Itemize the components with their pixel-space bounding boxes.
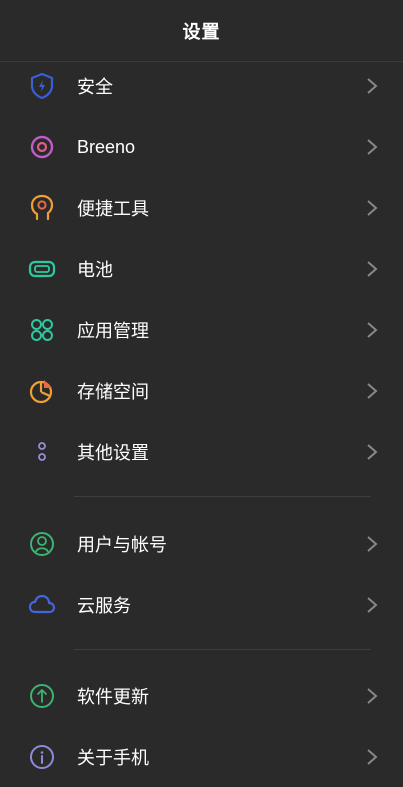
settings-item-quick-tools[interactable]: 便捷工具 [0,178,403,238]
chevron-right-icon [367,261,378,277]
settings-item-other-settings[interactable]: 其他设置 [0,422,403,482]
chevron-right-icon [367,688,378,704]
settings-item-label: 安全 [77,77,113,97]
chevron-right-icon [367,444,378,460]
chevron-right-icon [367,749,378,765]
info-icon [26,741,58,773]
settings-item-label: 其他设置 [77,443,149,463]
settings-item-user-account[interactable]: 用户与帐号 [0,514,403,574]
settings-item-app-management[interactable]: 应用管理 [0,300,403,360]
settings-item-cloud-service[interactable]: 云服务 [0,575,403,635]
settings-item-label: 便捷工具 [77,199,149,219]
settings-item-battery[interactable]: 电池 [0,239,403,299]
page-title: 设置 [182,21,221,42]
battery-icon [26,253,58,285]
chevron-right-icon [367,597,378,613]
breeno-icon [26,131,58,163]
settings-item-label: Breeno [77,136,136,157]
upload-icon [26,680,58,712]
section-divider [74,649,371,650]
apps-icon [26,314,58,346]
chevron-right-icon [367,139,378,155]
settings-item-about-phone[interactable]: 关于手机 [0,727,403,787]
settings-item-label: 应用管理 [77,321,149,341]
shield-icon [26,70,58,102]
chevron-right-icon [367,78,378,94]
chevron-right-icon [367,536,378,552]
section-divider [74,496,371,497]
settings-item-software-update[interactable]: 软件更新 [0,666,403,726]
head-gear-icon [26,192,58,224]
settings-item-label: 软件更新 [77,687,149,707]
settings-item-label: 用户与帐号 [77,535,167,555]
settings-item-label: 存储空间 [77,382,149,402]
cloud-icon [26,589,58,621]
chevron-right-icon [367,322,378,338]
settings-item-storage[interactable]: 存储空间 [0,361,403,421]
settings-item-label: 关于手机 [77,748,149,768]
chevron-right-icon [367,383,378,399]
user-icon [26,528,58,560]
dots-icon [26,436,58,468]
chevron-right-icon [367,200,378,216]
page-header: 设置 [0,0,403,62]
pie-chart-icon [26,375,58,407]
settings-item-label: 云服务 [77,596,131,616]
settings-item-breeno[interactable]: Breeno [0,117,403,177]
settings-item-label: 电池 [77,260,113,280]
settings-item-security[interactable]: 安全 [0,56,403,116]
